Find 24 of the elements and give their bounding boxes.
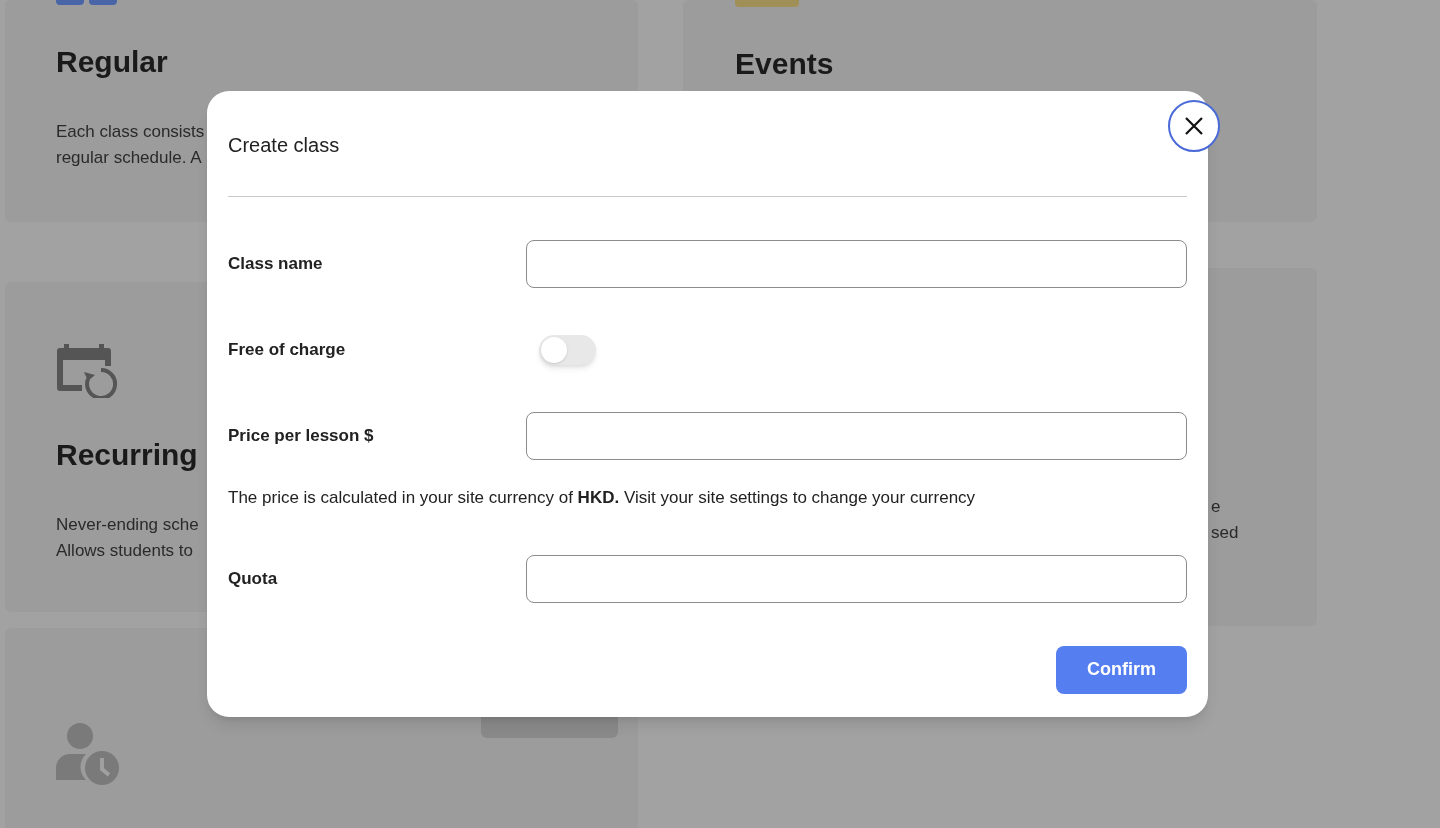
card-title: Events (735, 46, 834, 82)
input-field[interactable] (526, 554, 1187, 603)
input-field[interactable] (526, 240, 1187, 288)
person-clock-icon (56, 722, 120, 786)
field-label: Price per lesson $ (228, 425, 375, 448)
card-title: Recurring (56, 437, 198, 473)
field-label: Class name (228, 253, 324, 276)
close-button[interactable] (1168, 100, 1220, 152)
tile-icon (735, 0, 799, 7)
input-field[interactable] (526, 412, 1187, 460)
currency-note: The price is calculated in your site currency of HKD. Visit your site settings to change your currency (228, 487, 977, 509)
card-title: Regular (56, 44, 168, 80)
toggle-switch[interactable] (539, 335, 596, 365)
card-description: Allows students to (56, 539, 193, 562)
card-description: Never-ending sche (56, 513, 199, 536)
card-description: regular schedule. A (56, 146, 202, 169)
card-description: Each class consists (56, 120, 205, 143)
field-label: Quota (228, 567, 279, 590)
confirm-button[interactable]: Confirm (1056, 645, 1187, 694)
dialog-title: Create class (228, 133, 340, 158)
card-description: e (1211, 496, 1221, 518)
field-label: Free of charge (228, 339, 347, 362)
card-description: sed (1211, 522, 1239, 544)
close-icon (1184, 116, 1204, 136)
